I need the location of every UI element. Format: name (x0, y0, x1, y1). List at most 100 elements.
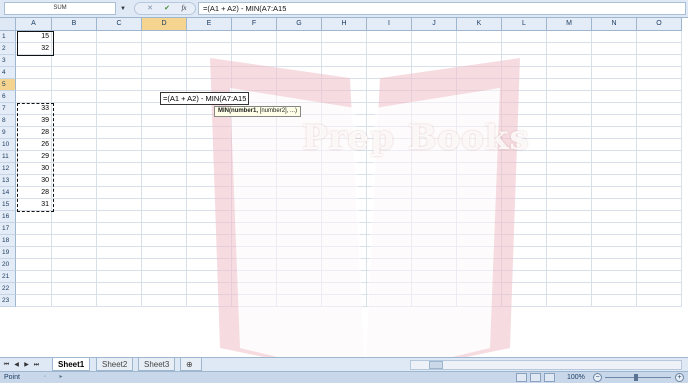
cell-a5[interactable] (16, 79, 52, 91)
cell-c5[interactable] (97, 79, 142, 91)
cell-g14[interactable] (277, 187, 322, 199)
cell-b12[interactable] (52, 163, 97, 175)
last-sheet-icon[interactable]: ⏭ (32, 360, 41, 370)
cell-c17[interactable] (97, 223, 142, 235)
cell-g10[interactable] (277, 139, 322, 151)
column-header-f[interactable]: F (232, 18, 277, 31)
cell-h6[interactable] (322, 91, 367, 103)
cell-b16[interactable] (52, 211, 97, 223)
row-header-23[interactable]: 23 (0, 295, 16, 307)
cell-k12[interactable] (457, 163, 502, 175)
column-header-b[interactable]: B (52, 18, 97, 31)
cell-i15[interactable] (367, 199, 412, 211)
cell-g15[interactable] (277, 199, 322, 211)
cell-k16[interactable] (457, 211, 502, 223)
cell-c7[interactable] (97, 103, 142, 115)
cell-n13[interactable] (592, 175, 637, 187)
tab-sheet1[interactable]: Sheet1 (52, 358, 91, 371)
cell-l6[interactable] (502, 91, 547, 103)
cell-a14[interactable]: 28 (16, 187, 52, 199)
cell-g16[interactable] (277, 211, 322, 223)
cell-c14[interactable] (97, 187, 142, 199)
cell-o10[interactable] (637, 139, 682, 151)
cell-o17[interactable] (637, 223, 682, 235)
editing-cell-d5[interactable]: =(A1 + A2) - MIN(A7:A15 (160, 92, 250, 105)
cell-n10[interactable] (592, 139, 637, 151)
cell-i6[interactable] (367, 91, 412, 103)
cell-g21[interactable] (277, 271, 322, 283)
cell-k10[interactable] (457, 139, 502, 151)
cell-n7[interactable] (592, 103, 637, 115)
cell-e21[interactable] (187, 271, 232, 283)
cell-h10[interactable] (322, 139, 367, 151)
cell-l3[interactable] (502, 55, 547, 67)
cell-c23[interactable] (97, 295, 142, 307)
cell-h22[interactable] (322, 283, 367, 295)
select-all-corner[interactable] (0, 18, 16, 31)
cell-a3[interactable] (16, 55, 52, 67)
cell-n16[interactable] (592, 211, 637, 223)
cell-m13[interactable] (547, 175, 592, 187)
row-header-13[interactable]: 13 (0, 175, 16, 187)
cell-j19[interactable] (412, 247, 457, 259)
cell-f4[interactable] (232, 67, 277, 79)
cell-e15[interactable] (187, 199, 232, 211)
cell-e18[interactable] (187, 235, 232, 247)
cell-k19[interactable] (457, 247, 502, 259)
cell-i11[interactable] (367, 151, 412, 163)
row-header-12[interactable]: 12 (0, 163, 16, 175)
cell-c12[interactable] (97, 163, 142, 175)
cell-b7[interactable] (52, 103, 97, 115)
cell-d8[interactable] (142, 115, 187, 127)
cell-f9[interactable] (232, 127, 277, 139)
cell-b21[interactable] (52, 271, 97, 283)
column-header-l[interactable]: L (502, 18, 547, 31)
cell-l17[interactable] (502, 223, 547, 235)
cell-f15[interactable] (232, 199, 277, 211)
cell-e4[interactable] (187, 67, 232, 79)
cell-h13[interactable] (322, 175, 367, 187)
zoom-level[interactable]: 100% (567, 372, 585, 383)
cell-a6[interactable] (16, 91, 52, 103)
cell-o6[interactable] (637, 91, 682, 103)
cell-b14[interactable] (52, 187, 97, 199)
cell-l13[interactable] (502, 175, 547, 187)
cell-a9[interactable]: 28 (16, 127, 52, 139)
cell-d14[interactable] (142, 187, 187, 199)
cell-l14[interactable] (502, 187, 547, 199)
row-header-2[interactable]: 2 (0, 43, 16, 55)
cell-m14[interactable] (547, 187, 592, 199)
cell-o5[interactable] (637, 79, 682, 91)
cell-a13[interactable]: 30 (16, 175, 52, 187)
name-box[interactable]: SUM (4, 2, 116, 15)
cell-i7[interactable] (367, 103, 412, 115)
cell-n19[interactable] (592, 247, 637, 259)
row-header-20[interactable]: 20 (0, 259, 16, 271)
cell-o12[interactable] (637, 163, 682, 175)
cell-g22[interactable] (277, 283, 322, 295)
cell-k5[interactable] (457, 79, 502, 91)
row-header-10[interactable]: 10 (0, 139, 16, 151)
cell-k13[interactable] (457, 175, 502, 187)
cell-h20[interactable] (322, 259, 367, 271)
cell-l8[interactable] (502, 115, 547, 127)
cell-n4[interactable] (592, 67, 637, 79)
cell-g3[interactable] (277, 55, 322, 67)
cell-i20[interactable] (367, 259, 412, 271)
cell-d19[interactable] (142, 247, 187, 259)
column-header-g[interactable]: G (277, 18, 322, 31)
cell-g18[interactable] (277, 235, 322, 247)
cell-f11[interactable] (232, 151, 277, 163)
cell-c6[interactable] (97, 91, 142, 103)
cell-d16[interactable] (142, 211, 187, 223)
cell-n15[interactable] (592, 199, 637, 211)
cell-e5[interactable] (187, 79, 232, 91)
cell-h5[interactable] (322, 79, 367, 91)
tab-sheet3[interactable]: Sheet3 (138, 358, 176, 371)
cell-b8[interactable] (52, 115, 97, 127)
cell-k22[interactable] (457, 283, 502, 295)
cell-j14[interactable] (412, 187, 457, 199)
cell-l12[interactable] (502, 163, 547, 175)
cell-a10[interactable]: 26 (16, 139, 52, 151)
cell-j2[interactable] (412, 43, 457, 55)
